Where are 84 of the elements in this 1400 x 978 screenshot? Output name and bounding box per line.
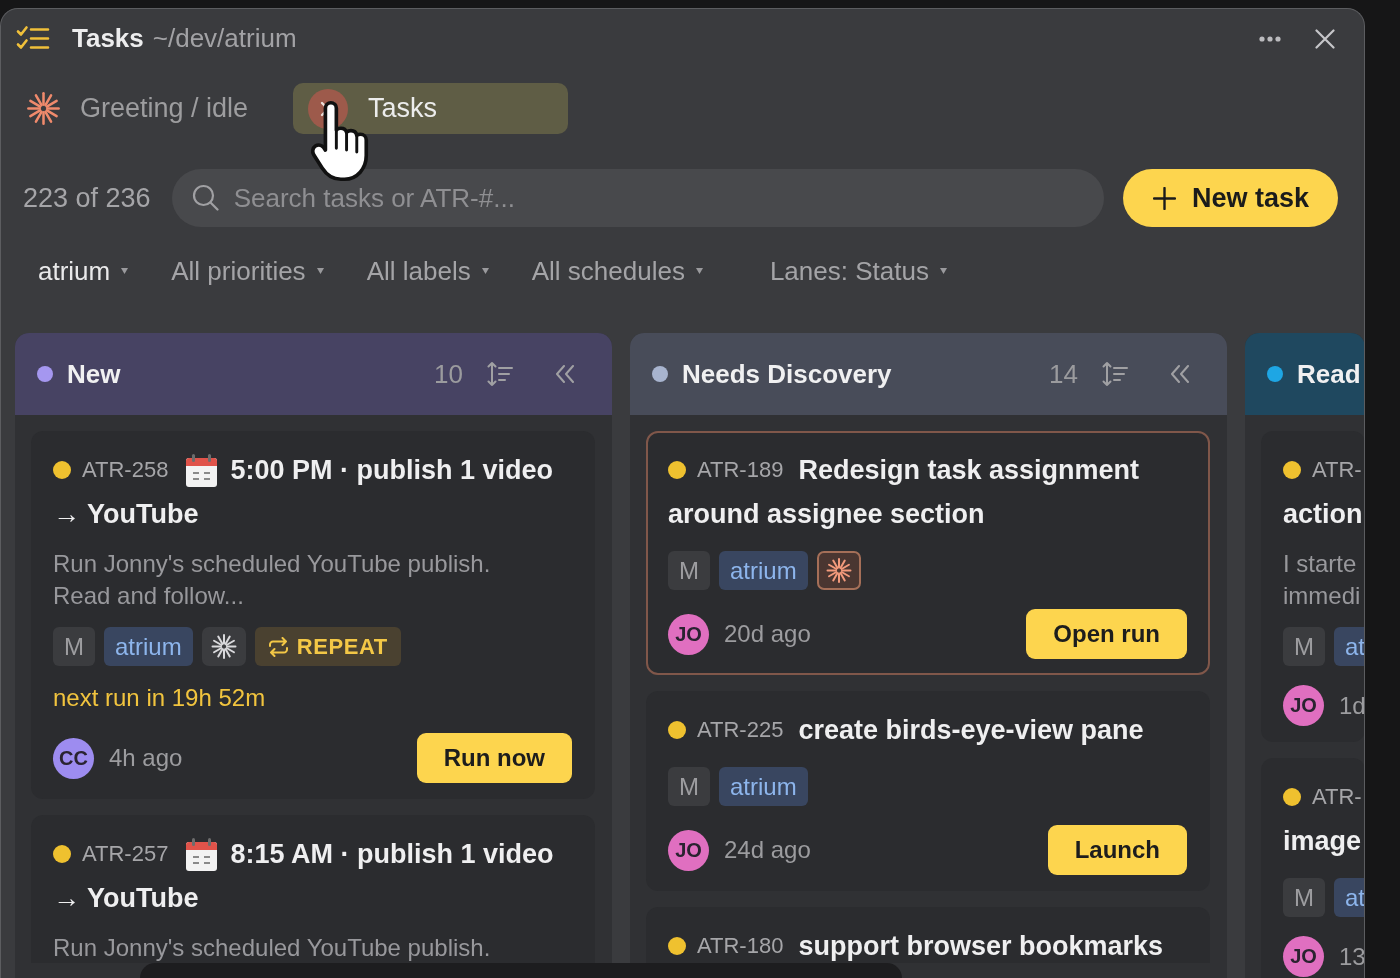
filter-dropdown[interactable]: atrium [38,255,129,287]
task-card[interactable]: ATR-257 8:15 AM · publish 1 video → YouTube Run Jonny's scheduled YouTube publish. [31,815,595,963]
assignee-avatar: CC [53,737,94,779]
task-card[interactable]: ATR- image M at JO 13 [1261,758,1364,978]
task-title: → YouTube [53,882,200,915]
tab[interactable]: Tasks [293,83,568,134]
task-title: → YouTube [53,498,200,531]
caret-icon [695,268,703,274]
task-age: 20d ago [724,620,811,648]
filter-dropdown[interactable]: All priorities [171,255,324,287]
project-tag: at [1334,627,1364,666]
search-field[interactable]: Search tasks or ATR-#... [171,169,1104,227]
task-id: ATR- [1312,457,1362,483]
lane-count: 10 [434,358,463,390]
task-description: I starte immedi [1283,549,1362,611]
action-button[interactable]: Open run [1026,609,1187,659]
assignee-avatar: JO [1283,936,1324,977]
lane-count: 14 [1049,358,1078,390]
filter-dropdown[interactable]: Lanes: Status [769,255,947,287]
task-card[interactable]: ATR-189 Redesign task assignment around assignee section M atrium JO 20d ago Open run [646,431,1210,675]
project-tag: atrium [104,627,193,666]
new-task-button[interactable]: New task [1122,169,1338,227]
task-description: Run Jonny's scheduled YouTube publish. [53,933,492,963]
task-title: create birds-eye-view pane [798,714,1144,747]
task-id: ATR- [1312,784,1362,810]
task-id: ATR-257 [82,841,169,867]
action-button[interactable]: Launch [1047,825,1187,875]
close-icon[interactable] [1315,28,1335,49]
assignee-avatar: JO [1283,685,1324,726]
task-age: 1d [1339,691,1364,720]
task-title: 5:00 PM · publish 1 video [230,454,553,487]
search-icon [191,184,219,211]
caret-icon [121,268,129,274]
task-card[interactable]: ATR-258 5:00 PM · publish 1 video → YouTube Run Jonny's scheduled YouTube publish. Read and follow... M atrium REPEAT next run in 19h 52m CC 4h ago Run now [31,431,595,799]
project-tag: at [1334,878,1364,917]
lane-title: New [67,358,121,390]
filter-dropdown[interactable]: All schedules [531,255,703,287]
project-tag: atrium [719,767,808,806]
repeat-icon [267,636,289,657]
task-title: Redesign task assignment [798,454,1140,487]
filter-dropdown[interactable]: All labels [366,255,489,287]
assignee-avatar: JO [668,829,709,871]
sort-icon[interactable] [1102,361,1128,387]
assignee-avatar: JO [668,613,709,655]
task-age: 24d ago [724,836,811,864]
task-card[interactable]: ATR-225 create birds-eye-view pane M atrium JO 24d ago Launch [646,691,1210,891]
task-age: 13 [1339,942,1364,971]
next-run-text: next run in 19h 52m [53,683,267,713]
task-id: ATR-180 [697,933,784,959]
task-title: action [1283,498,1363,531]
lane-title: Needs Discovery [682,358,892,390]
lane-title: Read [1297,358,1361,390]
project-tag: atrium [719,551,808,590]
task-title: around assignee section [668,498,986,531]
starburst-icon [27,92,60,125]
caret-icon [939,268,947,274]
repeat-label: REPEAT [296,633,388,660]
task-title: 8:15 AM · publish 1 video [230,838,554,871]
priority-tag: M [1283,878,1325,917]
caret-icon [316,268,324,274]
task-title: image [1283,825,1362,858]
priority-tag: M [668,767,710,806]
caret-icon [481,268,489,274]
chevrons-left-icon[interactable] [555,365,575,383]
task-id: ATR-225 [697,717,784,743]
priority-tag: M [53,627,95,666]
priority-tag: M [1283,627,1325,666]
task-id: ATR-258 [82,457,169,483]
chevrons-left-icon[interactable] [1170,365,1190,383]
task-description: Run Jonny's scheduled YouTube publish. Read and follow... [53,549,492,611]
tab[interactable]: Greeting / idle [12,83,287,134]
task-id: ATR-189 [697,457,784,483]
priority-tag: M [668,551,710,590]
dots-icon[interactable] [1259,35,1281,42]
task-title: support browser bookmarks [798,930,1163,963]
task-card[interactable]: ATR- action I starte immedi M at JO 1d [1261,431,1364,742]
sort-icon[interactable] [487,361,513,387]
task-card[interactable]: ATR-180 support browser bookmarks [646,907,1210,963]
action-button[interactable]: Run now [416,733,572,783]
window-title: Tasks [72,23,144,54]
window-path: ~/dev/atrium [152,23,297,54]
plus-icon [1152,186,1176,210]
task-count: 223 of 236 [23,182,151,214]
task-age: 4h ago [109,744,183,772]
